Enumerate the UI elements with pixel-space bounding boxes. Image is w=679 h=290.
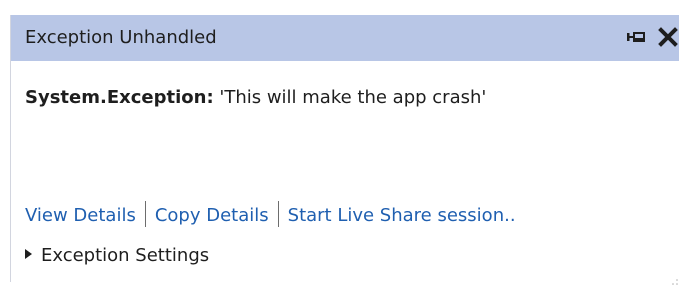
pin-icon[interactable]: [624, 25, 648, 49]
view-details-link[interactable]: View Details: [25, 205, 136, 226]
live-share-link[interactable]: Start Live Share session..: [288, 205, 516, 226]
exception-helper-popup: Exception Unhandled System.Exception: 'T…: [10, 15, 679, 285]
exception-message: System.Exception: 'This will make the ap…: [25, 87, 486, 108]
popup-title: Exception Unhandled: [25, 27, 217, 48]
resize-grip-icon[interactable]: [671, 271, 679, 285]
exception-type: System.Exception:: [25, 87, 214, 108]
link-separator: [277, 201, 279, 227]
action-links: View Details Copy Details Start Live Share…: [25, 201, 516, 231]
copy-details-link[interactable]: Copy Details: [155, 205, 269, 226]
triangle-right-icon: [25, 249, 32, 259]
popup-header: Exception Unhandled: [11, 15, 679, 61]
exception-text: 'This will make the app crash': [219, 87, 487, 108]
exception-settings-label: Exception Settings: [41, 245, 210, 266]
exception-settings-toggle[interactable]: Exception Settings: [25, 245, 209, 269]
close-icon[interactable]: [656, 25, 679, 49]
link-separator: [144, 201, 146, 227]
